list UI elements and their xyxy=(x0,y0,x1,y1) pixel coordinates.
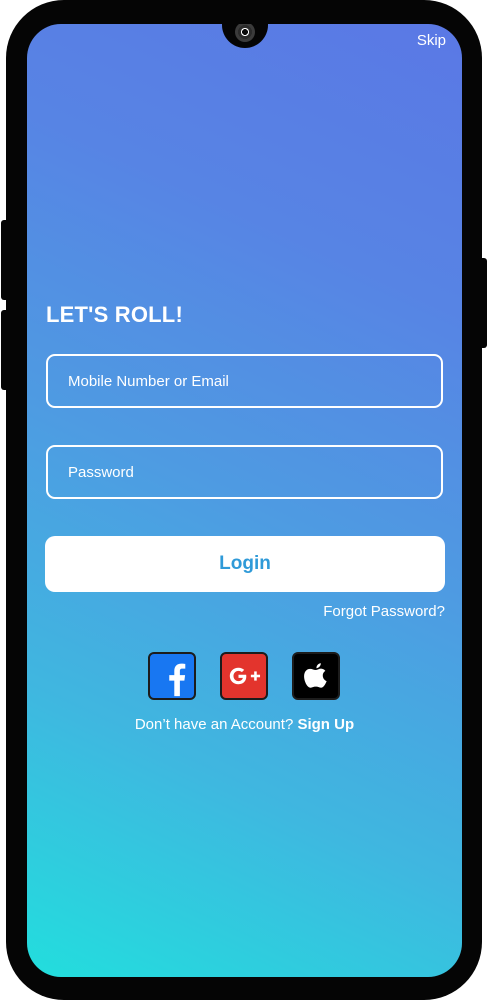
camera-notch xyxy=(222,24,268,48)
password-field-container xyxy=(46,445,443,499)
identifier-input[interactable] xyxy=(48,356,441,406)
apple-icon xyxy=(304,663,327,688)
skip-link[interactable]: Skip xyxy=(417,32,446,49)
front-camera-icon xyxy=(235,24,255,42)
facebook-icon xyxy=(169,663,186,697)
page-title: LET'S ROLL! xyxy=(46,302,183,327)
facebook-login-button[interactable] xyxy=(148,652,196,700)
no-account-text: Don’t have an Account? xyxy=(134,716,298,733)
identifier-field-container xyxy=(46,354,443,408)
signup-link[interactable]: Sign Up xyxy=(297,716,354,733)
login-button[interactable]: Login xyxy=(45,536,445,592)
google-plus-login-button[interactable] xyxy=(220,652,268,700)
forgot-password-link[interactable]: Forgot Password? xyxy=(323,603,445,620)
phone-frame: Skip LET'S ROLL! Login Forgot Password? xyxy=(0,0,488,1000)
signup-prompt: Don’t have an Account? Sign Up xyxy=(27,716,462,733)
google-plus-icon xyxy=(229,667,261,685)
password-input[interactable] xyxy=(48,447,441,497)
login-screen: Skip LET'S ROLL! Login Forgot Password? xyxy=(27,24,462,977)
apple-login-button[interactable] xyxy=(292,652,340,700)
